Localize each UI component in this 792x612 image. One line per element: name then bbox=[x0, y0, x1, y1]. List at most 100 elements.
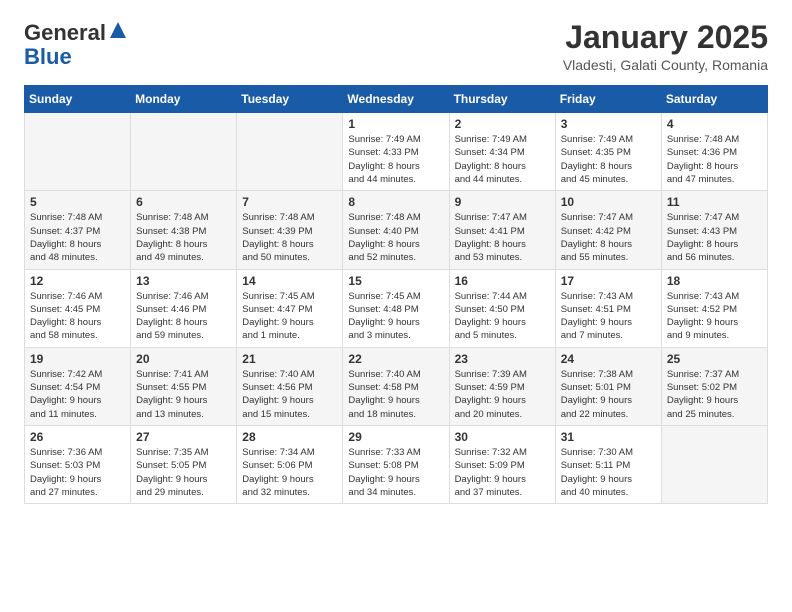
calendar-cell-w4-d6: 24Sunrise: 7:38 AM Sunset: 5:01 PM Dayli… bbox=[555, 347, 661, 425]
day-info: Sunrise: 7:48 AM Sunset: 4:36 PM Dayligh… bbox=[667, 133, 762, 186]
day-number: 12 bbox=[30, 274, 125, 288]
day-info: Sunrise: 7:47 AM Sunset: 4:41 PM Dayligh… bbox=[455, 211, 550, 264]
calendar-cell-w3-d4: 15 Sunrise: 7:45 AM Sunset: 4:48 PM Dayli… bbox=[343, 269, 449, 347]
day-number: 19 bbox=[30, 352, 125, 366]
week-row-4: 19 Sunrise: 7:42 AM Sunset: 4:54 PM Dayli… bbox=[25, 347, 768, 425]
logo: General Blue bbox=[24, 20, 128, 69]
day-number: 18 bbox=[667, 274, 762, 288]
day-info: Sunrise: 7:41 AM Sunset: 4:55 PM Dayligh… bbox=[136, 368, 231, 421]
day-info: Sunrise: 7:40 AM Sunset: 4:56 PM Dayligh… bbox=[242, 368, 337, 421]
calendar-cell-w1-d5: 2 Sunrise: 7:49 AM Sunset: 4:34 PM Daylig… bbox=[449, 113, 555, 191]
day-info: Sunrise: 7:48 AM Sunset: 4:39 PM Dayligh… bbox=[242, 211, 337, 264]
header-tuesday: Tuesday bbox=[237, 86, 343, 113]
calendar-cell-w2-d4: 8 Sunrise: 7:48 AM Sunset: 4:40 PM Daylig… bbox=[343, 191, 449, 269]
day-info: Sunrise: 7:49 AM Sunset: 4:34 PM Dayligh… bbox=[455, 133, 550, 186]
day-info: Sunrise: 7:45 AM Sunset: 4:48 PM Dayligh… bbox=[348, 290, 443, 343]
day-info: Sunrise: 7:38 AM Sunset: 5:01 PM Dayligh… bbox=[561, 368, 656, 421]
day-info: Sunrise: 7:47 AM Sunset: 4:43 PM Dayligh… bbox=[667, 211, 762, 264]
day-info: Sunrise: 7:49 AM Sunset: 4:35 PM Dayligh… bbox=[561, 133, 656, 186]
day-number: 25 bbox=[667, 352, 762, 366]
day-number: 10 bbox=[561, 195, 656, 209]
day-number: 23 bbox=[455, 352, 550, 366]
location-subtitle: Vladesti, Galati County, Romania bbox=[563, 57, 768, 73]
day-number: 29 bbox=[348, 430, 443, 444]
day-number: 27 bbox=[136, 430, 231, 444]
day-number: 22 bbox=[348, 352, 443, 366]
calendar-cell-w2-d6: 10 Sunrise: 7:47 AM Sunset: 4:42 PM Dayli… bbox=[555, 191, 661, 269]
day-number: 17 bbox=[561, 274, 656, 288]
day-number: 16 bbox=[455, 274, 550, 288]
day-number: 14 bbox=[242, 274, 337, 288]
day-info: Sunrise: 7:43 AM Sunset: 4:52 PM Dayligh… bbox=[667, 290, 762, 343]
calendar-cell-w1-d2 bbox=[131, 113, 237, 191]
day-info: Sunrise: 7:33 AM Sunset: 5:08 PM Dayligh… bbox=[348, 446, 443, 499]
header-sunday: Sunday bbox=[25, 86, 131, 113]
calendar-cell-w5-d2: 27Sunrise: 7:35 AM Sunset: 5:05 PM Dayli… bbox=[131, 425, 237, 503]
header-saturday: Saturday bbox=[661, 86, 767, 113]
weekday-header-row: Sunday Monday Tuesday Wednesday Thursday… bbox=[25, 86, 768, 113]
day-number: 26 bbox=[30, 430, 125, 444]
calendar-cell-w2-d2: 6 Sunrise: 7:48 AM Sunset: 4:38 PM Daylig… bbox=[131, 191, 237, 269]
day-info: Sunrise: 7:36 AM Sunset: 5:03 PM Dayligh… bbox=[30, 446, 125, 499]
day-number: 11 bbox=[667, 195, 762, 209]
day-number: 15 bbox=[348, 274, 443, 288]
calendar-cell-w3-d2: 13 Sunrise: 7:46 AM Sunset: 4:46 PM Dayli… bbox=[131, 269, 237, 347]
calendar-cell-w4-d3: 21 Sunrise: 7:40 AM Sunset: 4:56 PM Dayli… bbox=[237, 347, 343, 425]
day-info: Sunrise: 7:37 AM Sunset: 5:02 PM Dayligh… bbox=[667, 368, 762, 421]
day-info: Sunrise: 7:40 AM Sunset: 4:58 PM Dayligh… bbox=[348, 368, 443, 421]
day-info: Sunrise: 7:43 AM Sunset: 4:51 PM Dayligh… bbox=[561, 290, 656, 343]
day-info: Sunrise: 7:44 AM Sunset: 4:50 PM Dayligh… bbox=[455, 290, 550, 343]
calendar-cell-w2-d1: 5Sunrise: 7:48 AM Sunset: 4:37 PM Daylig… bbox=[25, 191, 131, 269]
calendar-cell-w5-d7 bbox=[661, 425, 767, 503]
calendar-cell-w1-d7: 4Sunrise: 7:48 AM Sunset: 4:36 PM Daylig… bbox=[661, 113, 767, 191]
header-friday: Friday bbox=[555, 86, 661, 113]
day-info: Sunrise: 7:39 AM Sunset: 4:59 PM Dayligh… bbox=[455, 368, 550, 421]
logo-general: General bbox=[24, 20, 106, 45]
calendar-cell-w3-d1: 12 Sunrise: 7:46 AM Sunset: 4:45 PM Dayli… bbox=[25, 269, 131, 347]
calendar-cell-w4-d5: 23 Sunrise: 7:39 AM Sunset: 4:59 PM Dayli… bbox=[449, 347, 555, 425]
day-number: 9 bbox=[455, 195, 550, 209]
day-info: Sunrise: 7:46 AM Sunset: 4:45 PM Dayligh… bbox=[30, 290, 125, 343]
calendar-cell-w2-d3: 7 Sunrise: 7:48 AM Sunset: 4:39 PM Daylig… bbox=[237, 191, 343, 269]
calendar-cell-w5-d6: 31Sunrise: 7:30 AM Sunset: 5:11 PM Dayli… bbox=[555, 425, 661, 503]
calendar-cell-w5-d1: 26 Sunrise: 7:36 AM Sunset: 5:03 PM Dayli… bbox=[25, 425, 131, 503]
day-info: Sunrise: 7:46 AM Sunset: 4:46 PM Dayligh… bbox=[136, 290, 231, 343]
calendar-cell-w3-d3: 14 Sunrise: 7:45 AM Sunset: 4:47 PM Dayli… bbox=[237, 269, 343, 347]
day-number: 8 bbox=[348, 195, 443, 209]
day-number: 28 bbox=[242, 430, 337, 444]
calendar-cell-w1-d3 bbox=[237, 113, 343, 191]
day-info: Sunrise: 7:48 AM Sunset: 4:37 PM Dayligh… bbox=[30, 211, 125, 264]
day-number: 30 bbox=[455, 430, 550, 444]
calendar-cell-w1-d6: 3Sunrise: 7:49 AM Sunset: 4:35 PM Daylig… bbox=[555, 113, 661, 191]
day-number: 2 bbox=[455, 117, 550, 131]
day-info: Sunrise: 7:42 AM Sunset: 4:54 PM Dayligh… bbox=[30, 368, 125, 421]
logo-icon bbox=[108, 20, 128, 40]
calendar-cell-w4-d4: 22 Sunrise: 7:40 AM Sunset: 4:58 PM Dayli… bbox=[343, 347, 449, 425]
day-info: Sunrise: 7:48 AM Sunset: 4:40 PM Dayligh… bbox=[348, 211, 443, 264]
calendar-table: Sunday Monday Tuesday Wednesday Thursday… bbox=[24, 85, 768, 504]
header-thursday: Thursday bbox=[449, 86, 555, 113]
day-number: 21 bbox=[242, 352, 337, 366]
calendar-cell-w3-d5: 16 Sunrise: 7:44 AM Sunset: 4:50 PM Dayli… bbox=[449, 269, 555, 347]
day-number: 20 bbox=[136, 352, 231, 366]
day-number: 6 bbox=[136, 195, 231, 209]
day-info: Sunrise: 7:45 AM Sunset: 4:47 PM Dayligh… bbox=[242, 290, 337, 343]
calendar-cell-w5-d5: 30Sunrise: 7:32 AM Sunset: 5:09 PM Dayli… bbox=[449, 425, 555, 503]
calendar-cell-w5-d4: 29 Sunrise: 7:33 AM Sunset: 5:08 PM Dayli… bbox=[343, 425, 449, 503]
week-row-5: 26 Sunrise: 7:36 AM Sunset: 5:03 PM Dayli… bbox=[25, 425, 768, 503]
week-row-2: 5Sunrise: 7:48 AM Sunset: 4:37 PM Daylig… bbox=[25, 191, 768, 269]
day-info: Sunrise: 7:48 AM Sunset: 4:38 PM Dayligh… bbox=[136, 211, 231, 264]
calendar-cell-w3-d6: 17 Sunrise: 7:43 AM Sunset: 4:51 PM Dayli… bbox=[555, 269, 661, 347]
day-info: Sunrise: 7:49 AM Sunset: 4:33 PM Dayligh… bbox=[348, 133, 443, 186]
calendar-cell-w4-d1: 19 Sunrise: 7:42 AM Sunset: 4:54 PM Dayli… bbox=[25, 347, 131, 425]
week-row-1: 1Sunrise: 7:49 AM Sunset: 4:33 PM Daylig… bbox=[25, 113, 768, 191]
calendar-cell-w4-d2: 20 Sunrise: 7:41 AM Sunset: 4:55 PM Dayli… bbox=[131, 347, 237, 425]
day-number: 7 bbox=[242, 195, 337, 209]
calendar-cell-w3-d7: 18 Sunrise: 7:43 AM Sunset: 4:52 PM Dayli… bbox=[661, 269, 767, 347]
day-number: 13 bbox=[136, 274, 231, 288]
day-info: Sunrise: 7:47 AM Sunset: 4:42 PM Dayligh… bbox=[561, 211, 656, 264]
calendar-cell-w2-d7: 11 Sunrise: 7:47 AM Sunset: 4:43 PM Dayli… bbox=[661, 191, 767, 269]
day-info: Sunrise: 7:34 AM Sunset: 5:06 PM Dayligh… bbox=[242, 446, 337, 499]
month-title: January 2025 bbox=[563, 20, 768, 55]
calendar-cell-w5-d3: 28 Sunrise: 7:34 AM Sunset: 5:06 PM Dayli… bbox=[237, 425, 343, 503]
